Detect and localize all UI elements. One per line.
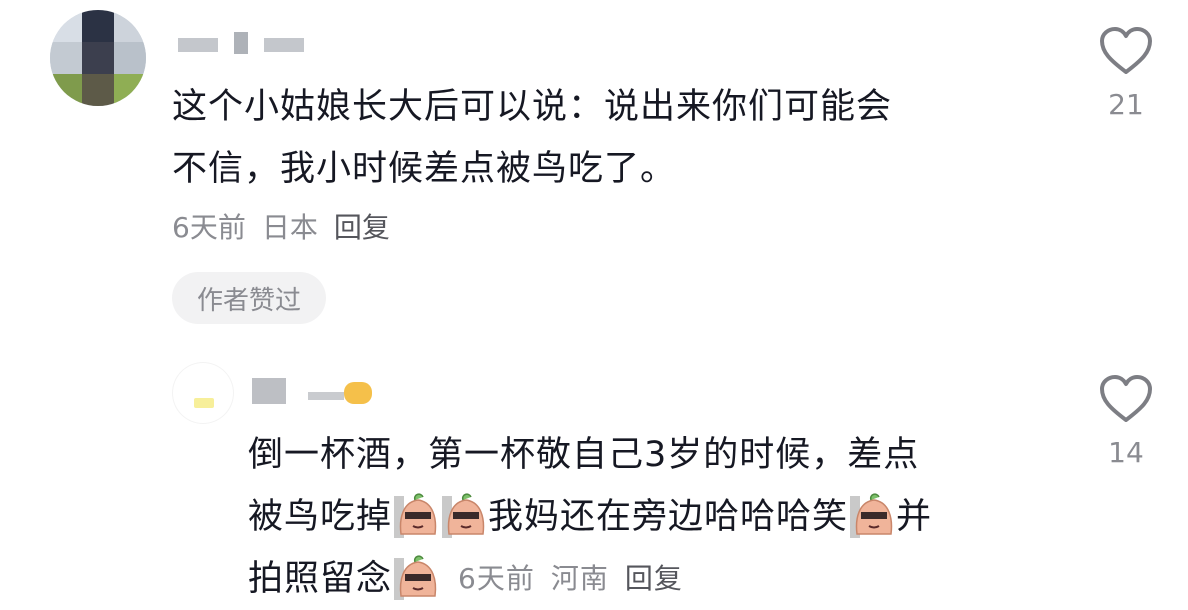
peanut-sunglasses-emoji [394,493,437,538]
comment-meta: 6天前 日本 回复 [172,206,390,246]
reply-meta: 6天前 河南 回复 [458,548,683,610]
comment-like[interactable]: 21 [1086,26,1166,121]
comment-text: 这个小姑娘长大后可以说：说出来你们可能会 不信，我小时候差点被鸟吃了。 [172,87,893,189]
like-count: 14 [1108,436,1144,469]
comment-location: 日本 [261,211,318,244]
peanut-sunglasses-emoji [442,493,485,538]
heart-outline-icon[interactable] [1098,374,1154,424]
like-count: 21 [1108,88,1144,121]
reply-like[interactable]: 14 [1086,374,1166,469]
reply-reply-button[interactable]: 回复 [625,548,683,610]
username-blurred[interactable] [178,32,308,56]
reply-username-blurred[interactable] [252,378,392,404]
peanut-sunglasses-emoji [850,493,893,538]
heart-outline-icon[interactable] [1098,26,1154,76]
reply-time: 6天前 [458,562,535,595]
comment-time: 6天前 [172,211,246,244]
author-liked-badge: 作者赞过 [172,272,326,324]
peanut-sunglasses-emoji [394,555,437,600]
reply-location: 河南 [550,562,609,595]
avatar[interactable] [50,10,146,106]
reply-text: 倒一杯酒，第一杯敬自己3岁的时候，差点 被鸟吃掉 我妈还在旁边哈哈哈笑 并 拍照… [248,424,932,610]
reply-button[interactable]: 回复 [334,206,390,246]
reply-avatar[interactable] [172,362,234,424]
